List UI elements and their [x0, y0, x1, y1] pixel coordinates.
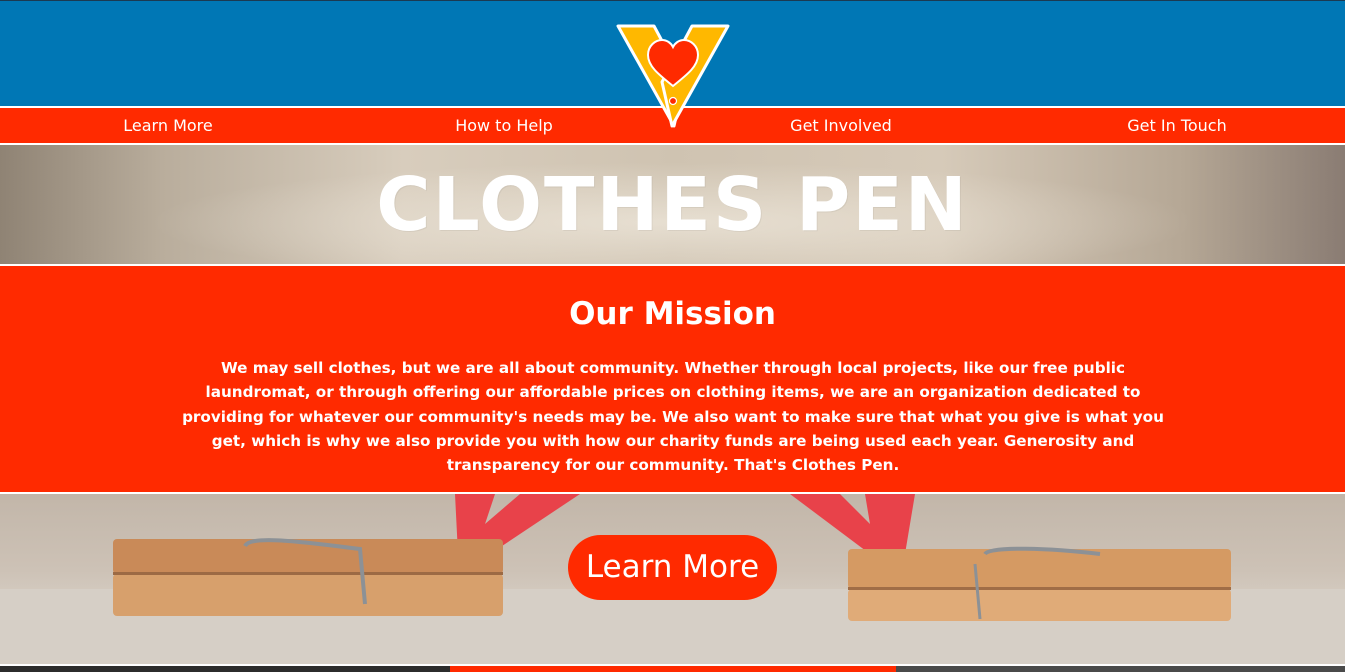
clothespins-photo-banner: Learn More — [0, 494, 1345, 664]
nav-get-in-touch[interactable]: Get In Touch — [1127, 108, 1226, 143]
nav-get-involved[interactable]: Get Involved — [790, 108, 892, 143]
bottom-panel-center — [450, 666, 896, 672]
learn-more-button[interactable]: Learn More — [568, 535, 777, 600]
bottom-panel-right — [896, 666, 1345, 672]
hero-banner: CLOTHES PEN — [0, 145, 1345, 264]
clothespin-heart-logo-icon[interactable] — [614, 22, 732, 132]
bottom-preview-strip — [0, 666, 1345, 672]
hero-title: CLOTHES PEN — [376, 162, 969, 248]
mission-text: We may sell clothes, but we are all abou… — [182, 359, 1164, 475]
mission-title: Our Mission — [569, 296, 776, 332]
bottom-panel-left — [0, 666, 450, 672]
mission-section: Our Mission We may sell clothes, but we … — [0, 266, 1345, 492]
nav-how-to-help[interactable]: How to Help — [455, 108, 553, 143]
nav-learn-more[interactable]: Learn More — [123, 108, 212, 143]
